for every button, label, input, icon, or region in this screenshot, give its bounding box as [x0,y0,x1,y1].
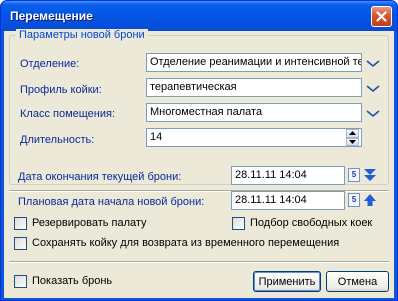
room-class-label: Класс помещения: [20,108,116,120]
chevron-down-icon[interactable] [365,59,381,69]
free-beds-label[interactable]: Подбор свободных коек [250,217,372,229]
reserve-room-label[interactable]: Резервировать палату [32,217,147,229]
end-current-label: Дата окончания текущей брони: [18,171,182,183]
close-icon [376,11,387,22]
department-field[interactable]: Отделение реанимации и интенсивной те [146,53,362,72]
stepper-up-icon[interactable] [346,129,359,138]
double-arrow-down-icon[interactable] [363,167,377,183]
calendar-icon[interactable]: 5 [348,193,360,207]
cancel-button[interactable]: Отмена [326,271,389,292]
keep-bed-checkbox[interactable] [14,237,27,250]
dialog-body: Параметры новой брони Отделение: Отделен… [4,29,394,298]
duration-stepper[interactable] [346,129,359,146]
stepper-down-icon[interactable] [346,137,359,146]
show-booking-checkbox[interactable] [14,275,27,288]
keep-bed-label[interactable]: Сохранять койку для возврата из временно… [32,237,339,249]
end-current-date-field[interactable]: 28.11.11 14:04 [231,166,345,185]
free-beds-checkbox[interactable] [232,217,245,230]
chevron-down-icon[interactable] [365,84,381,94]
dialog-window: Перемещение Параметры новой брони Отделе… [0,0,398,301]
group-title: Параметры новой брони [16,29,148,41]
show-booking-label[interactable]: Показать бронь [32,275,112,287]
bed-profile-label: Профиль койки: [20,84,102,96]
reserve-room-checkbox[interactable] [14,217,27,230]
duration-label: Длительность: [20,134,95,146]
divider [9,261,389,263]
arrow-up-icon[interactable] [363,192,377,208]
close-button[interactable] [371,6,392,27]
bed-profile-field[interactable]: терапевтическая [146,78,362,97]
department-label: Отделение: [20,58,80,70]
start-new-label: Плановая дата начала новой брони: [18,196,205,208]
start-new-date-field[interactable]: 28.11.11 14:04 [231,191,345,210]
window-title: Перемещение [10,9,93,23]
calendar-icon[interactable]: 5 [348,168,360,182]
title-bar[interactable]: Перемещение [1,1,397,31]
apply-button[interactable]: Применить [253,271,321,292]
duration-field[interactable]: 14 [146,128,362,147]
room-class-field[interactable]: Многоместная палата [146,103,362,122]
booking-params-group: Параметры новой брони Отделение: Отделен… [9,29,389,185]
chevron-down-icon[interactable] [365,109,381,119]
